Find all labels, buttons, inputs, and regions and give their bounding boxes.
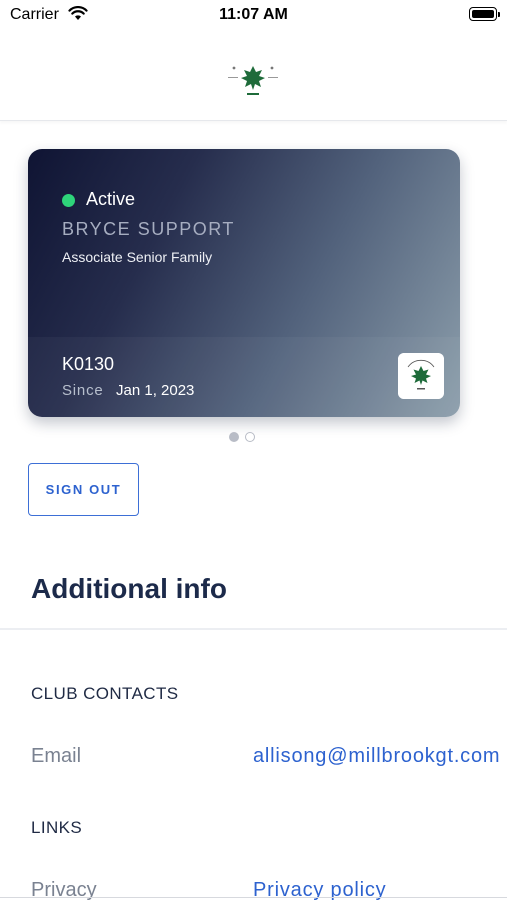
additional-info-title: Additional info (31, 573, 227, 604)
battery-icon (469, 7, 500, 21)
membership-card[interactable]: Active BRYCE SUPPORT Associate Senior Fa… (28, 149, 460, 417)
privacy-label: Privacy (31, 879, 97, 901)
email-label: Email (31, 745, 82, 767)
member-id: K0130 (62, 354, 115, 374)
sign-out-button[interactable]: SIGN OUT (28, 463, 139, 516)
club-logo (228, 66, 278, 95)
member-name: BRYCE SUPPORT (62, 219, 235, 239)
status-indicator-dot (62, 194, 75, 207)
email-link[interactable]: allisong@millbrookgt.com (253, 745, 500, 768)
app-header (0, 32, 507, 121)
bottom-divider (0, 897, 507, 898)
card-club-logo (398, 353, 444, 399)
clock-time: 11:07 AM (219, 6, 288, 23)
page-dot-inactive[interactable] (245, 432, 255, 442)
membership-status: Active (86, 189, 136, 209)
links-heading: LINKS (31, 818, 83, 837)
status-bar: Carrier 11:07 AM (0, 0, 507, 32)
section-divider (0, 628, 507, 630)
club-contacts-heading: CLUB CONTACTS (31, 684, 179, 703)
since-date: Jan 1, 2023 (116, 382, 195, 399)
page-dot-active[interactable] (229, 432, 239, 442)
membership-type: Associate Senior Family (62, 249, 213, 265)
privacy-policy-link[interactable]: Privacy policy (253, 879, 386, 902)
card-footer-band (28, 337, 460, 417)
since-label: Since (62, 382, 104, 399)
